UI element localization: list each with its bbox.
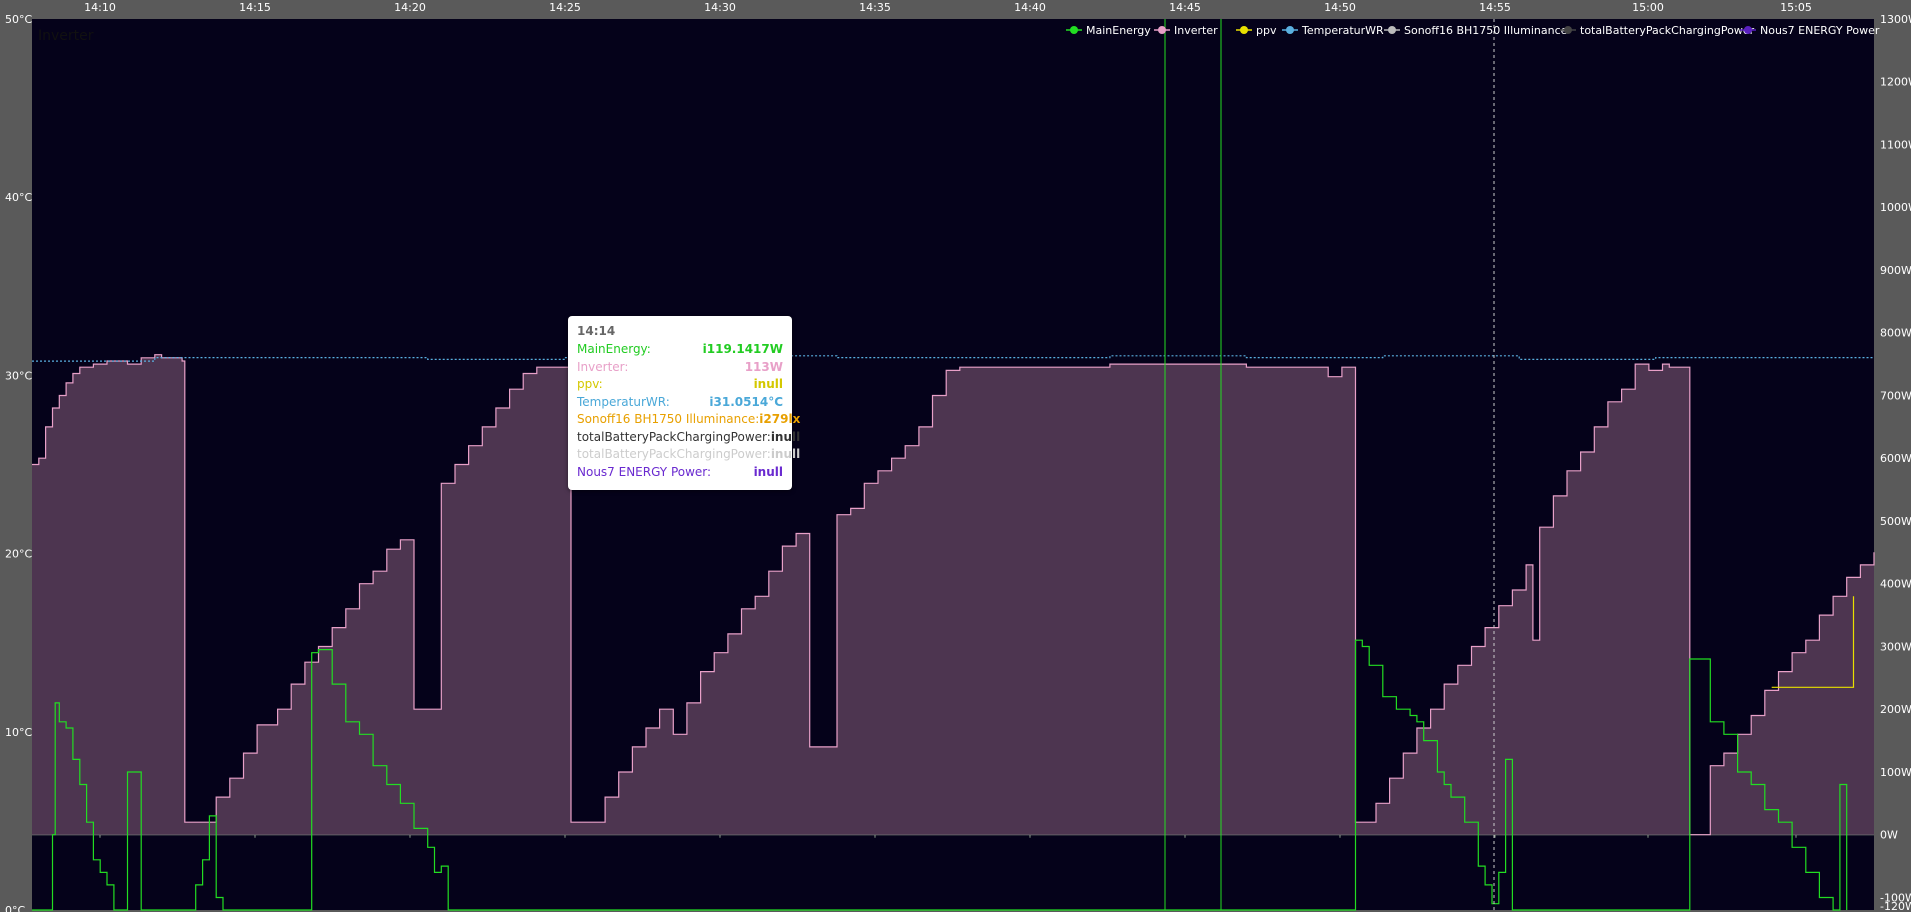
y-right-tick-label: 500W: [1880, 515, 1911, 528]
y-right-tick-label: 400W: [1880, 578, 1911, 591]
tooltip-row-label: Sonoff16 BH1750 Illuminance:: [577, 412, 760, 426]
legend-label: totalBatteryPackChargingPower: [1580, 24, 1755, 37]
tooltip-row-value: inull: [753, 377, 783, 391]
y-left-tick-label: 10°C: [5, 726, 32, 739]
y-right-tick-label: -120W: [1880, 900, 1911, 912]
y-right-tick-label: 700W: [1880, 389, 1911, 402]
y-left-tick-label: 0°C: [5, 904, 25, 912]
tooltip-row-label: totalBatteryPackChargingPower:: [577, 429, 771, 444]
tooltip-row-value: i279lx: [759, 412, 801, 426]
x-tick-label: 14:30: [704, 1, 736, 14]
tooltip-row-value: inull: [770, 447, 801, 461]
legend-label: Nous7 ENERGY Power: [1760, 24, 1880, 37]
y-right-tick-label: 100W: [1880, 766, 1911, 779]
y-right-tick-label: 300W: [1880, 640, 1911, 653]
x-tick-label: 14:40: [1014, 1, 1046, 14]
tooltip-row-value: i31.0514°C: [709, 394, 783, 409]
tooltip-row-label: Inverter:: [577, 359, 629, 374]
x-tick-label: 14:35: [859, 1, 891, 14]
legend-swatch-dot: [1240, 26, 1248, 34]
y-right-tick-label: 1100W: [1880, 138, 1911, 151]
legend-swatch-dot: [1158, 26, 1166, 34]
chart-svg: 14:10 14:15 14:20 14:25 14:30 14:35 14:40 14:45…: [5, 1, 1911, 912]
y-left-tick-label: 30°C: [5, 369, 32, 382]
y-right-tick-label: 1300W: [1880, 13, 1911, 26]
tooltip-row-label: totalBatteryPackChargingPower:: [577, 447, 771, 461]
legend-label: Inverter: [1174, 24, 1218, 37]
x-tick-label: 15:05: [1780, 1, 1812, 14]
y-right-tick-label: 1000W: [1880, 201, 1911, 214]
legend-swatch-dot: [1286, 26, 1294, 34]
x-tick-label: 14:45: [1169, 1, 1201, 14]
chart-top-left-label: Inverter: [38, 28, 94, 44]
x-tick-label: 14:55: [1479, 1, 1511, 14]
tooltip-row-value: i119.1417W: [702, 342, 783, 356]
y-left-tick-label: 20°C: [5, 548, 32, 561]
y-right-tick-label: 1200W: [1880, 76, 1911, 89]
tooltip-row-value: 113W: [744, 359, 783, 374]
y-right-tick-label: 600W: [1880, 452, 1911, 465]
y-left-tick-label: 50°C: [5, 13, 32, 26]
y-right-tick-label: 900W: [1880, 264, 1911, 277]
tooltip-row-label: ppv:: [577, 377, 603, 391]
tooltip-row-value: inull: [770, 429, 801, 444]
legend-label: Sonoff16 BH1750 Illuminance: [1404, 24, 1568, 37]
legend-swatch-dot: [1564, 26, 1572, 34]
tooltip-rows: MainEnergy: i119.1417W Inverter: 113W ppv: in…: [577, 341, 800, 482]
chart-tooltip: 14:14 MainEnergy: i119.1417W Inverter: 113W…: [568, 316, 800, 490]
tooltip-row-label: Nous7 ENERGY Power:: [577, 464, 712, 479]
tooltip-row: Inverter: 113W: [577, 359, 783, 377]
x-tick-label: 14:15: [239, 1, 271, 14]
y-right-tick-label: 200W: [1880, 703, 1911, 716]
legend-swatch-dot: [1070, 26, 1078, 34]
x-tick-label: 14:25: [549, 1, 581, 14]
y-left-tick-label: 40°C: [5, 191, 32, 204]
tooltip-row-label: TemperaturWR:: [577, 394, 670, 409]
legend-label: MainEnergy: [1086, 24, 1151, 37]
x-tick-label: 14:20: [394, 1, 426, 14]
legend-label: ppv: [1256, 24, 1277, 37]
x-tick-label: 14:10: [84, 1, 116, 14]
y-right-tick-label: 0W: [1880, 829, 1898, 842]
tooltip-row: ppv: inull: [577, 376, 783, 394]
tooltip-title: 14:14: [577, 324, 616, 338]
tooltip-row: TemperaturWR: i31.0514°C: [577, 394, 783, 412]
legend-swatch-dot: [1744, 26, 1752, 34]
legend-label: TemperaturWR: [1301, 24, 1384, 37]
tooltip-row: Nous7 ENERGY Power: inull: [577, 464, 783, 482]
legend-swatch-dot: [1388, 26, 1396, 34]
tooltip-row-value: inull: [753, 464, 783, 479]
tooltip-row: MainEnergy: i119.1417W: [577, 341, 783, 359]
tooltip-row: totalBatteryPackChargingPower: inull: [577, 429, 800, 447]
tooltip-row: Sonoff16 BH1750 Illuminance: i279lx: [577, 411, 800, 429]
x-tick-label: 14:50: [1324, 1, 1356, 14]
y-right-tick-label: 800W: [1880, 327, 1911, 340]
x-tick-label: 15:00: [1632, 1, 1664, 14]
tooltip-row-label: MainEnergy:: [577, 342, 651, 356]
tooltip-row: totalBatteryPackChargingPower: inull: [577, 446, 800, 464]
chart-container: 14:10 14:15 14:20 14:25 14:30 14:35 14:40 14:45…: [0, 0, 1911, 912]
